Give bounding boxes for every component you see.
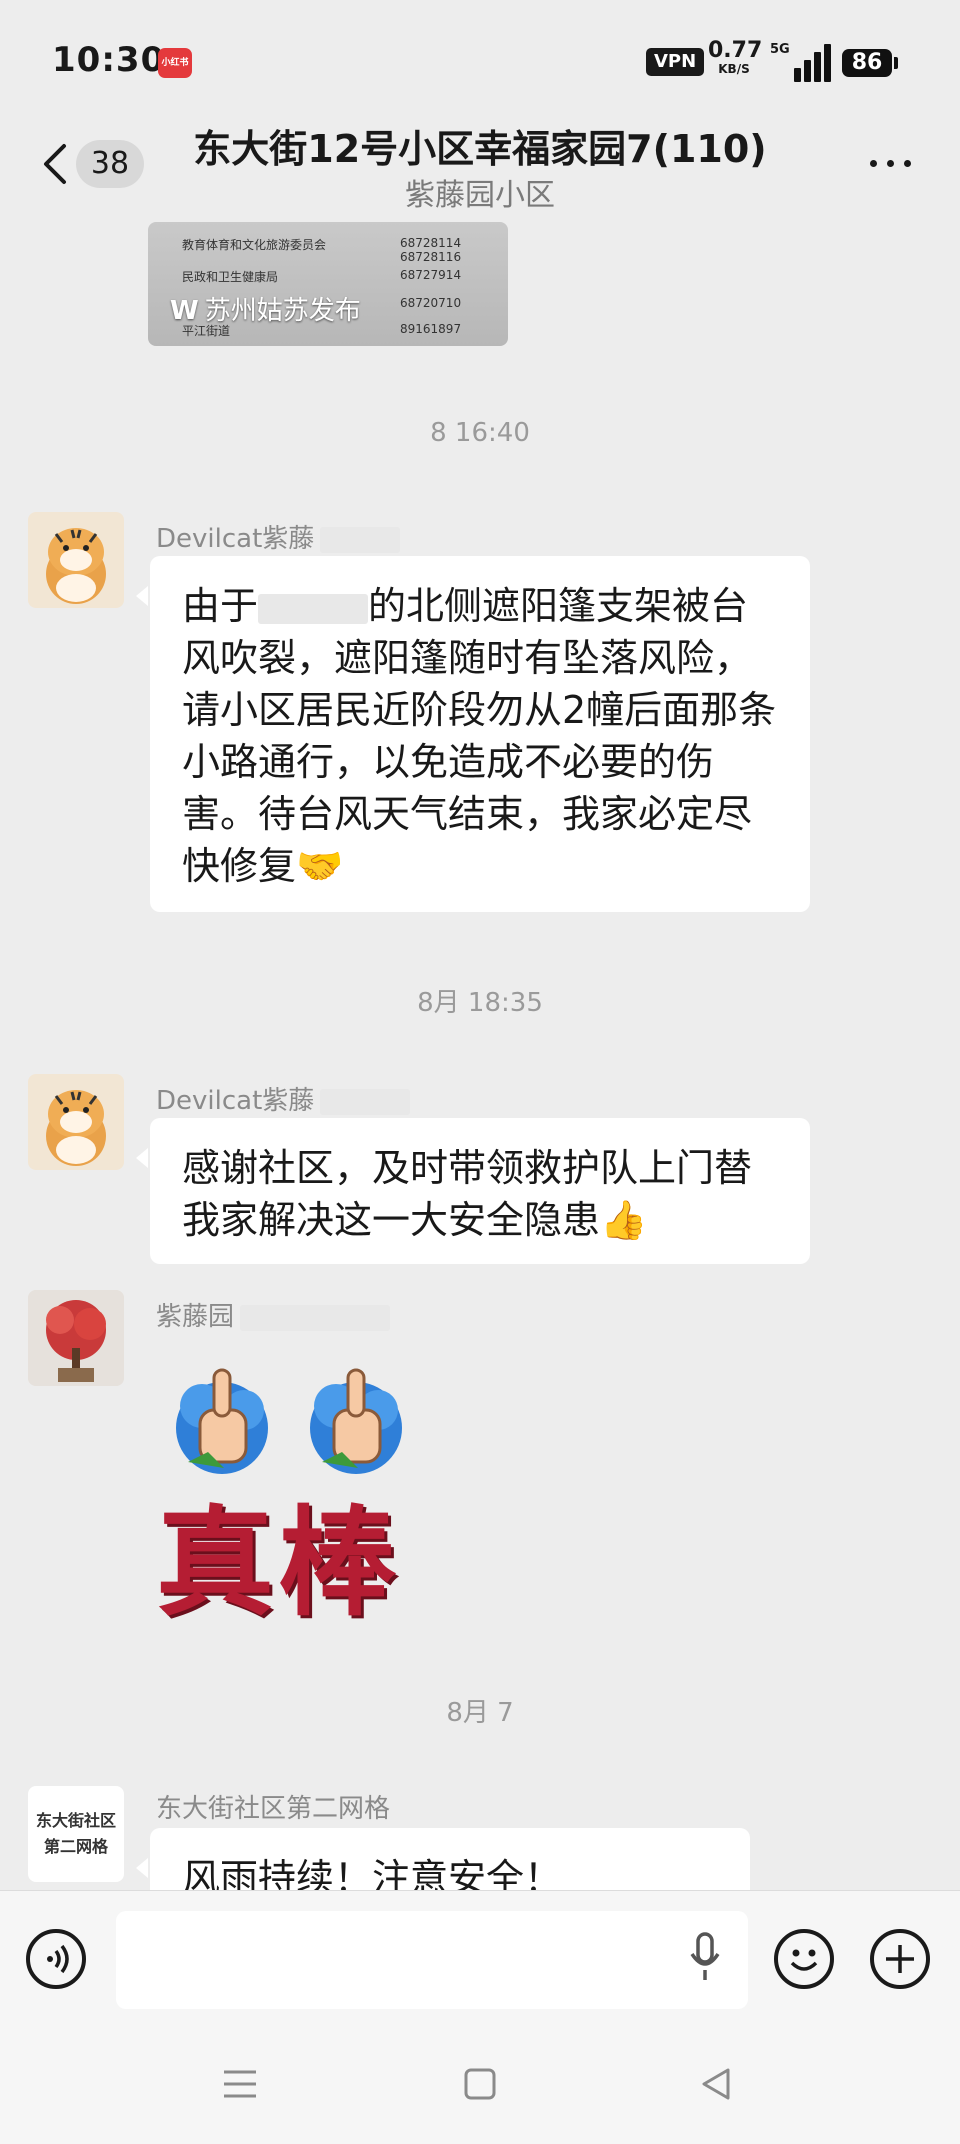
text-message-bubble[interactable]: 感谢社区，及时带领救护队上门替我家解决这一大安全隐患👍	[136, 1118, 810, 1264]
speed-value: 0.77	[708, 38, 763, 63]
battery-icon: 86	[842, 49, 898, 77]
text-message-bubble[interactable]: 由于 的北侧遮阳篷支架被台风吹裂，遮阳篷随时有坠落风险，请小区居民近阶段勿从2幢后…	[136, 556, 810, 912]
text-message-bubble[interactable]: 风雨持续！注意安全！	[136, 1828, 750, 1890]
chat-subtitle: 紫藤园小区	[405, 178, 555, 213]
back-triangle-icon[interactable]	[698, 2066, 734, 2102]
menu-icon[interactable]	[222, 2066, 258, 2102]
add-plus-icon[interactable]	[870, 1929, 930, 1989]
image-message[interactable]: 教育体育和文化旅游委员会 68728114 68728116 民政和卫生健康局 68…	[148, 222, 508, 346]
clock: 10:30	[52, 40, 166, 80]
status-bar: 10:30 小红书 VPN 0.77 KB/S 5G 86	[0, 0, 960, 120]
unread-count-badge[interactable]: 38	[76, 140, 144, 188]
avatar[interactable]	[28, 1074, 124, 1170]
image-text-row: 民政和卫生健康局 68727914	[182, 268, 462, 284]
timestamp: 8月 18:35	[417, 988, 543, 1018]
speed-unit: KB/S	[718, 62, 750, 76]
sender-name: Devilcat紫藤	[156, 518, 401, 555]
network-type: 5G	[770, 42, 790, 57]
avatar[interactable]	[28, 512, 124, 608]
sticker-message[interactable]: 真棒	[152, 1350, 444, 1640]
sender-name: Devilcat紫藤	[156, 1080, 411, 1117]
home-icon[interactable]	[462, 2066, 498, 2102]
message-input[interactable]	[116, 1911, 748, 2009]
back-arrow-icon[interactable]	[36, 140, 76, 188]
emoji-icon[interactable]	[774, 1929, 834, 1989]
chat-message-list[interactable]: 教育体育和文化旅游委员会 68728114 68728116 民政和卫生健康局 68…	[0, 222, 960, 1890]
more-options-icon[interactable]	[866, 148, 916, 178]
image-watermark: W 苏州姑苏发布	[170, 296, 361, 326]
timestamp: 8月 7	[446, 1698, 514, 1728]
sticker-text: 真棒	[156, 1493, 401, 1632]
xiaohongshu-icon: 小红书	[158, 48, 192, 78]
avatar[interactable]	[28, 1290, 124, 1386]
timestamp: 8 16:40	[430, 418, 530, 448]
microphone-icon[interactable]	[688, 1930, 722, 1984]
voice-mode-icon[interactable]	[26, 1929, 86, 1989]
chat-input-bar	[0, 1890, 960, 2031]
vpn-indicator: VPN	[646, 48, 705, 76]
network-speed: 0.77 KB/S	[708, 38, 763, 77]
sender-name: 东大街社区第二网格	[156, 1794, 391, 1824]
system-navigation-bar	[0, 2030, 960, 2144]
chat-title: 东大街12号小区幸福家园7(110)	[193, 127, 767, 171]
sender-name: 紫藤园	[156, 1296, 391, 1333]
signal-icon: 5G	[770, 42, 831, 82]
wechat-channel-logo-icon: W	[170, 296, 199, 326]
image-text-row: 教育体育和文化旅游委员会 68728114 68728116	[182, 236, 462, 264]
avatar[interactable]: 东大街社区 第二网格	[28, 1786, 124, 1882]
